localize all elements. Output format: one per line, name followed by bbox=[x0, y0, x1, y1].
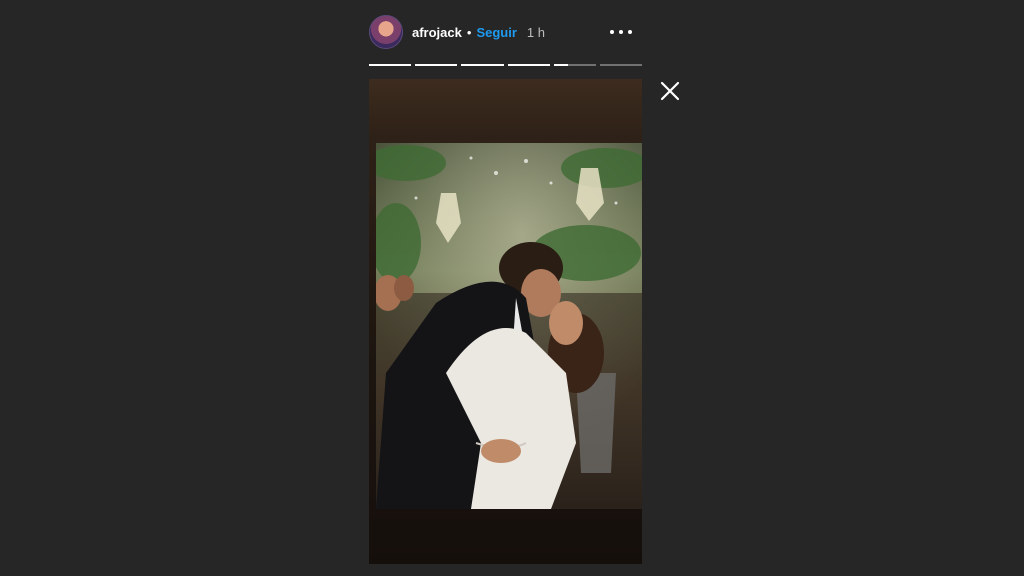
close-button[interactable] bbox=[659, 80, 681, 102]
separator-dot: • bbox=[466, 24, 472, 40]
progress-fill bbox=[415, 64, 458, 66]
progress-segment bbox=[415, 64, 458, 66]
progress-fill bbox=[461, 64, 504, 66]
story-progress-bar bbox=[369, 64, 643, 66]
post-time: 1 h bbox=[526, 24, 545, 40]
progress-fill bbox=[369, 64, 412, 66]
progress-segment bbox=[553, 64, 596, 66]
more-horizontal-icon bbox=[628, 30, 632, 34]
story-viewer[interactable] bbox=[369, 79, 642, 564]
more-horizontal-icon bbox=[610, 30, 614, 34]
more-horizontal-icon bbox=[619, 30, 623, 34]
follow-button[interactable]: Seguir bbox=[476, 25, 516, 40]
username-link[interactable]: afrojack bbox=[412, 25, 462, 40]
progress-segment bbox=[507, 64, 550, 66]
progress-segment bbox=[369, 64, 412, 66]
close-icon bbox=[660, 81, 680, 101]
more-options-button[interactable] bbox=[610, 24, 632, 40]
story-photo bbox=[376, 143, 642, 509]
progress-fill bbox=[553, 64, 569, 66]
progress-fill bbox=[507, 64, 550, 66]
progress-segment bbox=[461, 64, 504, 66]
progress-segment bbox=[599, 64, 643, 66]
story-header: afrojack • Seguir 1 h bbox=[369, 14, 642, 50]
profile-avatar[interactable] bbox=[369, 15, 403, 49]
